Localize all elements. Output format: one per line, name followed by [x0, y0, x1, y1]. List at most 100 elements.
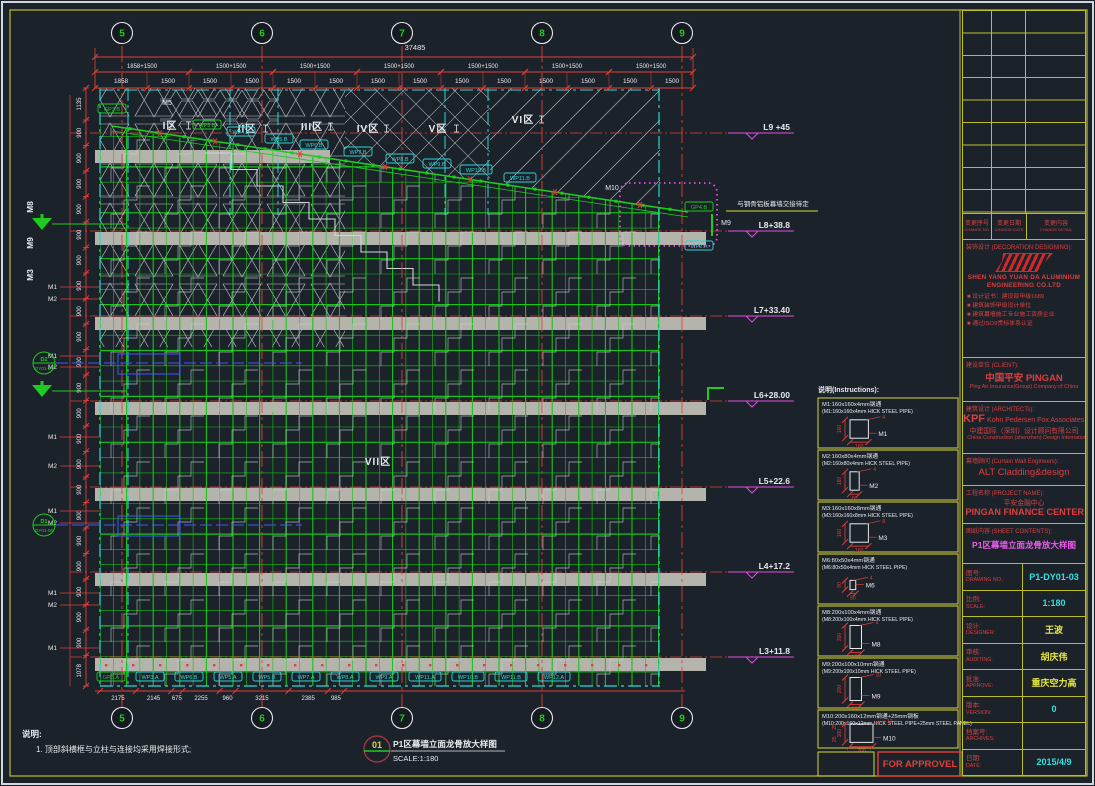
architect-zh: 中建国际（深圳）设计顾问有限公司	[963, 425, 1085, 435]
level-triangle	[746, 316, 758, 322]
base-panel-tag-text: WP12.A	[544, 675, 565, 681]
designer-heading: 装饰设计 (DECORATION DESIGNING):	[966, 242, 1085, 251]
left-dimension: 900	[77, 255, 83, 266]
architect-en: China Construction (shenzhen) Design Int…	[967, 435, 1080, 441]
left-dimension: 900	[77, 280, 83, 291]
bottom-dimension: 2255	[194, 696, 208, 702]
grid-axis-number: 5	[119, 29, 125, 40]
panel-tag-text: WP11.B	[510, 176, 530, 182]
notes-line: 1. 顶部斜横框与立柱与连接均采用焊接形式;	[36, 744, 191, 754]
top-dimension: 1500	[539, 78, 554, 85]
left-dimension: 1135	[77, 97, 83, 111]
member-leader-label: M1	[48, 508, 57, 515]
company-credentials: ■ 设计证书：建设部甲级1689 ■ 建筑装饰甲级设计单位 ■ 建筑幕墙施工专业…	[967, 293, 1085, 330]
grid-axis-number: 8	[539, 29, 545, 40]
total-dimension: 37485	[405, 43, 426, 52]
slope-node	[399, 168, 402, 171]
slope-node	[480, 180, 483, 183]
zone-label: VII区	[365, 456, 391, 468]
project-label: 工程名称 (PROJECT NAME):	[966, 488, 1085, 497]
legend-title-en: (M6:80x50x4mm HICK STEEL PIPE)	[822, 565, 907, 571]
consultant-name: ALT Cladding&design	[963, 467, 1085, 478]
datum-arrow	[32, 385, 52, 397]
slope-node	[237, 143, 240, 146]
member-label: M5	[162, 100, 172, 107]
pair-dimension: 1500+1500	[216, 64, 247, 70]
revision-col-no: 变更序号 CHANGE NO.	[963, 214, 992, 240]
pair-dimension: 1500+1500	[300, 64, 331, 70]
field-designer: 设计:DESIGNER: 王波	[962, 617, 1086, 644]
slope-node	[345, 159, 348, 162]
left-dimension: 900	[77, 331, 83, 342]
profile-dim-t: 4	[870, 575, 873, 581]
legend-title-zh: M6:80x50x4mm钢通	[822, 556, 875, 564]
field-version: 版本:VERSION: 0	[962, 697, 1086, 724]
client-name: 中国平安 PINGAN	[963, 370, 1085, 384]
base-panel-tag-text: WP5.B	[258, 675, 275, 681]
notes-heading: 说明:	[22, 729, 42, 739]
grid-axis-number: 6	[259, 714, 265, 725]
base-panel-tag-text: WP8.A	[336, 675, 353, 681]
bottom-dimension: 3215	[255, 696, 269, 702]
left-dimension: 900	[77, 484, 83, 495]
architect-kpf: KPF Kohn Pedersen Fox Associates PC	[963, 413, 1085, 425]
panel-tag-text: GP3.B	[104, 107, 121, 113]
member-leader-label: M2	[48, 296, 57, 303]
profile-dim-t: 4	[873, 467, 876, 473]
base-panel-tag-text: WP6.B	[180, 675, 197, 681]
project-box: 工程名称 (PROJECT NAME): 平安金融中心 PINGAN FINAN…	[962, 486, 1086, 524]
grid-axis-number: 7	[399, 29, 405, 40]
zone-label: I区	[163, 120, 178, 132]
bottom-dimension: 960	[223, 696, 234, 702]
panel-tag-text: WP5.B	[198, 123, 215, 129]
client-name-en: Ping An Insurance(Group) Company of Chin…	[967, 384, 1080, 390]
weld-node	[402, 664, 404, 666]
profile-dim-h: 160	[837, 477, 843, 486]
top-dimension: 1500	[329, 78, 344, 85]
profile-dim-t: 12	[887, 719, 893, 725]
weld-node	[213, 664, 215, 666]
weld-node	[483, 664, 485, 666]
slope-node	[426, 172, 429, 175]
weld-node	[645, 664, 647, 666]
base-panel-tag-text: WP10.B	[458, 675, 479, 681]
consultant-box: 幕墙顾问 (Curtain Wall Engineers): ALT Cladd…	[962, 454, 1086, 486]
legend-title-zh: M2:160x80x4mm钢通	[822, 452, 878, 460]
profile-diagram	[850, 580, 856, 589]
member-leader-label: M1	[48, 434, 57, 441]
left-dimension: 900	[77, 408, 83, 419]
level-triangle	[746, 133, 758, 139]
panel-tag-text: WP7.B	[349, 150, 366, 156]
architect-label: 建筑设计 (ARCHITECTs):	[966, 404, 1085, 413]
architect-box: 建筑设计 (ARCHITECTs): KPF Kohn Pedersen Fox…	[962, 402, 1086, 454]
profile-dim-w: 160	[855, 548, 864, 554]
grid-axis-number: 6	[259, 29, 265, 40]
weld-node	[105, 664, 107, 666]
detail-title: P1区幕墙立面龙骨放大样图	[393, 739, 497, 749]
base-panel-tag-text: WP9.A	[375, 675, 392, 681]
weld-node	[510, 664, 512, 666]
top-dimension: 1500	[665, 78, 680, 85]
left-dimension: 900	[77, 204, 83, 215]
profile-dim-h: 200	[837, 685, 843, 694]
base-panel-tag-text: WP5.A	[219, 675, 236, 681]
slope-node	[534, 188, 537, 191]
pair-dimension: 1858+1500	[127, 64, 158, 70]
bottom-dimension: 2175	[111, 696, 125, 702]
member-label: M9	[721, 220, 731, 227]
member-leader-label: M2	[48, 602, 57, 609]
detail-number: 01	[372, 740, 382, 750]
weld-node	[240, 664, 242, 666]
field-date: 日期:DATE: 2015/4/9	[962, 750, 1086, 777]
weld-node	[537, 664, 539, 666]
slope-node	[561, 192, 564, 195]
zone-label: III区	[301, 121, 323, 133]
hatch-hex-region	[160, 90, 278, 126]
contents-label: 图纸内容 (SHEET CONTENTS):	[966, 526, 1085, 535]
weld-node	[294, 664, 296, 666]
top-dimension: 1500	[371, 78, 386, 85]
pair-dimension: 1500+1500	[636, 64, 667, 70]
grid-axis-number: 7	[399, 714, 405, 725]
level-label: L6+28.00	[754, 390, 790, 400]
detail-scale: SCALE:1:180	[393, 754, 438, 763]
